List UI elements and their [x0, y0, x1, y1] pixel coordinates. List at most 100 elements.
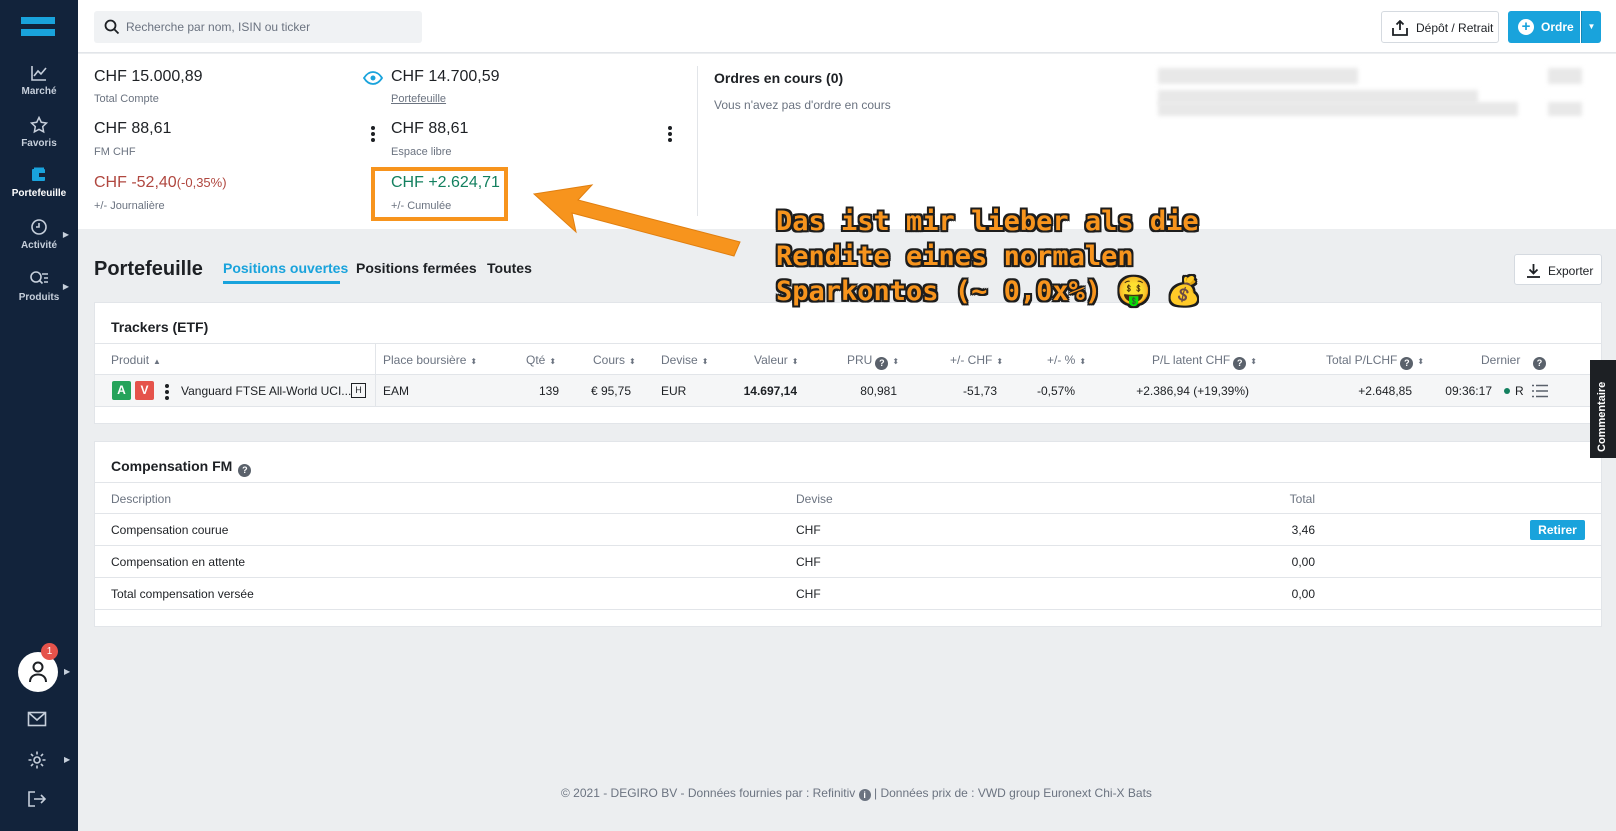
total-cell: 0,00 [1291, 587, 1315, 601]
help-icon[interactable]: ? [1233, 357, 1247, 370]
currency-cell: EUR [661, 384, 687, 398]
total-cell: 3,46 [1291, 523, 1315, 537]
column-header-produit[interactable]: Produit ▲ [111, 353, 161, 367]
column-header-cours[interactable]: Cours ⬍ [593, 353, 636, 367]
commentaire-tab[interactable]: Commentaire [1590, 360, 1616, 458]
annotation-line: Sparkontos (~ 0,0x%) 🤑 💰 [776, 276, 1201, 307]
currency-cell: CHF [796, 523, 821, 537]
journaliere-value: CHF -52,40(-0,35%) [94, 174, 227, 192]
espace-libre-value: CHF 88,61 [391, 120, 469, 137]
blurred-content [1158, 68, 1358, 84]
caret-right-icon: ▶ [64, 755, 71, 764]
column-header-pru[interactable]: PRU? ⬍ [847, 353, 899, 370]
compensation-card: Compensation FM? Description Devise Tota… [94, 441, 1602, 627]
sort-icon: ⬍ [791, 357, 799, 366]
ordre-button[interactable]: + Ordre [1508, 11, 1580, 43]
table-row[interactable]: A V Vanguard FTSE All-World UCI... H EAM… [95, 375, 1601, 407]
sort-icon: ⬍ [1079, 357, 1087, 366]
column-header-valeur[interactable]: Valeur ⬍ [754, 353, 799, 367]
sidebar-item-activite[interactable]: Activité ▶ [0, 218, 78, 264]
column-divider [375, 375, 376, 407]
gear-icon[interactable] [27, 750, 47, 770]
portefeuille-link[interactable]: Portefeuille [391, 93, 446, 105]
column-header-devise[interactable]: Devise ⬍ [661, 353, 708, 367]
sell-button[interactable]: V [135, 381, 154, 400]
caret-right-icon: ▶ [62, 230, 69, 239]
column-divider [375, 344, 376, 376]
buy-button[interactable]: A [112, 381, 131, 400]
table-row: Compensation courue CHF 3,46 Retirer [95, 514, 1601, 546]
depot-retrait-button[interactable]: Dépôt / Retrait [1381, 11, 1499, 43]
description-cell: Compensation en attente [111, 555, 246, 569]
search-box[interactable] [94, 11, 422, 43]
column-header-place-boursiere[interactable]: Place boursière ⬍ [383, 353, 477, 367]
sort-icon: ⬍ [996, 357, 1004, 366]
sidebar-item-portefeuille[interactable]: Portefeuille [0, 166, 78, 212]
sidebar-item-label: Produits [18, 292, 60, 303]
annotation-line: Das ist mir lieber als die [776, 206, 1199, 237]
help-icon-column[interactable]: ? [1530, 353, 1546, 370]
sidebar-item-favoris[interactable]: Favoris [0, 116, 78, 162]
help-icon[interactable]: ? [1400, 357, 1414, 370]
tab-positions-ouvertes[interactable]: Positions ouvertes [223, 260, 348, 276]
table-row: Total compensation versée CHF 0,00 [95, 578, 1601, 610]
column-header-total: Total [1289, 492, 1315, 506]
star-icon [30, 116, 48, 134]
degiro-logo[interactable] [21, 17, 55, 37]
column-header-plus-minus-pct[interactable]: +/- % ⬍ [1047, 353, 1086, 367]
total-compte-value: CHF 15.000,89 [94, 68, 203, 85]
export-button[interactable]: Exporter [1514, 254, 1602, 285]
journaliere-amount: CHF -52,40 [94, 174, 177, 191]
pl-chf-cell: -51,73 [962, 384, 997, 398]
ordre-dropdown-caret[interactable]: ▼ [1581, 11, 1601, 43]
help-icon[interactable]: ? [1533, 357, 1546, 370]
wallet-icon [32, 167, 46, 181]
retirer-button[interactable]: Retirer [1530, 520, 1585, 540]
pru-cell: 80,981 [860, 384, 897, 398]
total-cell: 0,00 [1291, 555, 1315, 569]
portefeuille-value: CHF 14.700,59 [391, 68, 500, 85]
chart-line-icon [31, 66, 47, 81]
blurred-content [1548, 68, 1582, 84]
column-header-pl-latent[interactable]: P/L latent CHF? ⬍ [1152, 353, 1257, 370]
tab-positions-fermees[interactable]: Positions fermées [356, 260, 477, 276]
table-row: Compensation en attente CHF 0,00 [95, 546, 1601, 578]
sidebar-item-marche[interactable]: Marché [0, 64, 78, 110]
footer: © 2021 - DEGIRO BV - Données fournies pa… [561, 786, 1152, 801]
column-header-plus-minus-chf[interactable]: +/- CHF ⬍ [950, 353, 1003, 367]
tab-toutes[interactable]: Toutes [487, 260, 532, 276]
list-menu-icon[interactable] [1532, 384, 1548, 398]
caret-right-icon: ▶ [64, 667, 71, 676]
journaliere-label: +/- Journalière [94, 200, 165, 212]
fm-value: CHF 88,61 [94, 120, 172, 137]
sidebar-item-produits[interactable]: Produits ▶ [0, 270, 78, 316]
info-icon[interactable]: i [858, 789, 871, 801]
eye-icon[interactable] [363, 71, 383, 85]
more-options-icon[interactable] [165, 384, 171, 402]
last-time-cell: 09:36:17 [1445, 384, 1492, 398]
download-icon [1527, 264, 1540, 278]
top-bar: Dépôt / Retrait + Ordre ▼ [78, 0, 1616, 53]
total-compte-label: Total Compte [94, 93, 159, 105]
pl-pct-cell: -0,57% [1036, 384, 1075, 398]
column-header-devise: Devise [796, 492, 833, 506]
mail-icon[interactable] [27, 711, 47, 727]
sidebar-item-label: Portefeuille [11, 188, 67, 199]
column-header-dernier: Dernier [1481, 353, 1521, 367]
column-header-total-pl[interactable]: Total P/LCHF? ⬍ [1326, 353, 1424, 370]
ordre-label: Ordre [1541, 20, 1574, 34]
more-options-icon[interactable] [371, 126, 377, 144]
blurred-content [1548, 102, 1582, 116]
column-header-qte[interactable]: Qté ⬍ [526, 353, 556, 367]
notification-badge: 1 [41, 643, 58, 660]
product-name[interactable]: Vanguard FTSE All-World UCI... [181, 384, 351, 398]
clock-icon [31, 219, 47, 235]
sidebar-item-label: Marché [21, 86, 57, 97]
search-input[interactable] [126, 11, 416, 43]
sidebar-item-label: Activité [20, 240, 58, 251]
help-icon[interactable]: ? [238, 464, 252, 477]
more-options-icon[interactable] [668, 126, 674, 144]
user-icon [29, 661, 47, 683]
help-icon[interactable]: ? [875, 357, 889, 370]
logout-icon[interactable] [27, 790, 47, 808]
